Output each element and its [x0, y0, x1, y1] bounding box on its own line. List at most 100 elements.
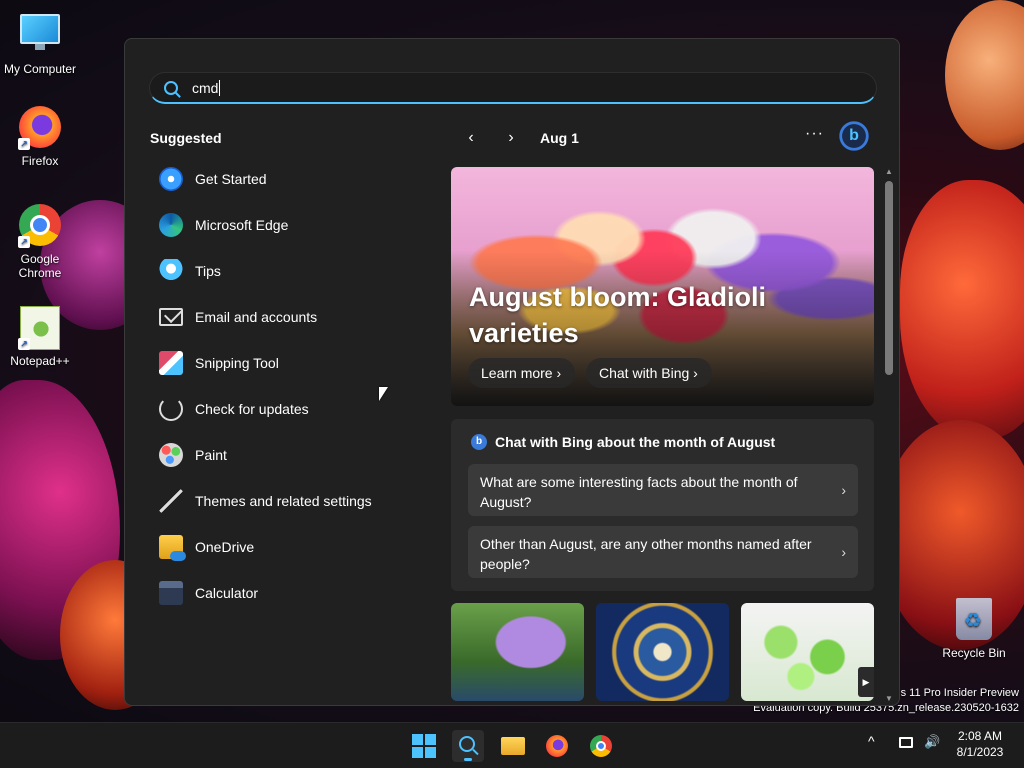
get-started-icon — [159, 167, 183, 191]
shortcut-arrow-icon: ↗ — [18, 138, 30, 150]
scroll-up-icon[interactable]: ▲ — [883, 167, 895, 176]
search-icon — [164, 80, 178, 95]
wallpaper-shape — [945, 0, 1024, 150]
suggested-item-paint[interactable]: Paint — [149, 432, 429, 478]
hero-title: August bloom: Gladioli varieties — [469, 282, 766, 348]
highlights-date: Aug 1 — [540, 130, 579, 146]
highlight-thumbnail-flowers[interactable] — [451, 603, 584, 701]
suggested-item-label: Email and accounts — [195, 309, 318, 325]
bing-question-text: Other than August, are any other months … — [480, 536, 812, 572]
tips-icon — [159, 259, 183, 283]
mouse-pointer-icon — [379, 387, 388, 401]
mail-icon — [159, 308, 183, 326]
active-indicator — [464, 758, 472, 761]
next-button[interactable]: › — [500, 127, 522, 149]
taskbar-clock[interactable]: 2:08 AM 8/1/2023 — [950, 728, 1010, 760]
desktop-icon-label: Google Chrome — [18, 252, 62, 280]
suggested-item-label: Snipping Tool — [195, 355, 279, 371]
chevron-right-icon: › — [693, 365, 698, 381]
suggested-item-microsoft-edge[interactable]: Microsoft Edge — [149, 202, 429, 248]
shortcut-arrow-icon: ↗ — [18, 338, 30, 350]
search-input[interactable]: cmd — [192, 80, 218, 96]
bing-chat-card-title: b Chat with Bing about the month of Augu… — [471, 434, 775, 450]
computer-icon — [18, 14, 62, 58]
search-icon — [459, 736, 475, 752]
desktop-icon-recycle-bin[interactable]: ♻ Recycle Bin — [934, 598, 1014, 660]
shortcut-arrow-icon: ↗ — [18, 236, 30, 248]
suggested-item-calculator[interactable]: Calculator — [149, 570, 429, 616]
suggested-item-label: Check for updates — [195, 401, 309, 417]
desktop-icon-label: Firefox — [21, 154, 59, 168]
start-button[interactable] — [408, 730, 440, 762]
suggested-list: Get Started Microsoft Edge Tips Email an… — [149, 156, 429, 616]
chevron-right-icon: › — [841, 482, 846, 498]
firefox-icon — [546, 735, 568, 757]
suggested-item-label: Microsoft Edge — [195, 217, 289, 233]
bing-chat-card-title-text: Chat with Bing about the month of August — [495, 434, 776, 450]
desktop-icon-my-computer[interactable]: My Computer — [0, 8, 80, 76]
thumbnails-next-button[interactable]: ▶ — [858, 667, 874, 697]
search-panel: cmd Suggested Get Started Microsoft Edge… — [124, 38, 900, 706]
suggested-item-themes[interactable]: Themes and related settings — [149, 478, 429, 524]
suggested-item-label: Themes and related settings — [195, 493, 372, 509]
brush-icon — [159, 489, 183, 513]
bing-question-text: What are some interesting facts about th… — [480, 474, 798, 510]
taskbar-firefox[interactable] — [541, 730, 573, 762]
scroll-down-icon[interactable]: ▼ — [883, 694, 895, 703]
chevron-right-icon: › — [556, 365, 562, 381]
suggested-item-label: OneDrive — [195, 539, 255, 555]
chrome-icon — [590, 735, 612, 757]
highlights-nav: ‹ › Aug 1 — [460, 127, 579, 149]
desktop-icon-label: Recycle Bin — [942, 646, 1006, 660]
desktop-icon-label: Notepad++ — [10, 354, 70, 368]
taskbar-chrome[interactable] — [585, 730, 617, 762]
network-icon[interactable] — [899, 737, 913, 748]
show-hidden-icons-button[interactable]: ^ — [868, 733, 875, 749]
suggested-item-get-started[interactable]: Get Started — [149, 156, 429, 202]
bing-chat-card: b Chat with Bing about the month of Augu… — [451, 419, 874, 591]
search-box[interactable]: cmd — [149, 72, 877, 104]
suggested-item-onedrive[interactable]: OneDrive — [149, 524, 429, 570]
highlight-thumbnail-zodiac[interactable] — [596, 603, 729, 701]
desktop-icon-google-chrome[interactable]: ↗ Google Chrome — [0, 204, 80, 280]
bing-button[interactable]: b — [839, 121, 869, 151]
suggested-item-label: Paint — [195, 447, 227, 463]
learn-more-button[interactable]: Learn more › — [468, 358, 576, 388]
wallpaper-shape — [900, 180, 1024, 440]
scrollbar-thumb[interactable] — [885, 181, 893, 375]
desktop-icon-notepad-plus-plus[interactable]: ↗ Notepad++ — [0, 306, 80, 368]
taskbar-search-button[interactable] — [452, 730, 484, 762]
suggested-item-email-and-accounts[interactable]: Email and accounts — [149, 294, 429, 340]
recycle-bin-icon: ♻ — [952, 598, 996, 642]
calculator-icon — [159, 581, 183, 605]
suggested-heading: Suggested — [150, 130, 222, 146]
hero-card-gladioli[interactable]: August bloom: Gladioli varieties Learn m… — [451, 167, 874, 406]
volume-icon[interactable]: 🔊 — [924, 734, 940, 750]
chrome-icon: ↗ — [18, 204, 62, 248]
highlight-thumbnail-peridot[interactable] — [741, 603, 874, 701]
more-options-button[interactable]: ··· — [805, 125, 824, 143]
desktop-icon-firefox[interactable]: ↗ Firefox — [0, 106, 80, 168]
refresh-icon — [159, 397, 183, 421]
suggested-item-snipping-tool[interactable]: Snipping Tool — [149, 340, 429, 386]
clock-time: 2:08 AM — [957, 729, 1003, 743]
suggested-item-label: Calculator — [195, 585, 259, 601]
taskbar-file-explorer[interactable] — [497, 730, 529, 762]
notepad-plus-plus-icon: ↗ — [18, 306, 62, 350]
folder-icon — [501, 737, 525, 755]
suggested-item-tips[interactable]: Tips — [149, 248, 429, 294]
desktop-icon-label: My Computer — [3, 62, 77, 76]
chat-with-bing-button[interactable]: Chat with Bing › — [586, 358, 712, 388]
clock-date: 8/1/2023 — [956, 745, 1004, 759]
previous-button[interactable]: ‹ — [460, 127, 482, 149]
text-caret — [219, 79, 221, 96]
suggested-item-label: Tips — [195, 263, 221, 279]
learn-more-label: Learn more — [481, 365, 553, 381]
bing-icon: b — [471, 434, 487, 450]
edge-icon — [159, 213, 183, 237]
snipping-tool-icon — [159, 351, 183, 375]
highlights-scrollbar[interactable]: ▲ ▼ — [883, 167, 895, 703]
bing-question-button[interactable]: What are some interesting facts about th… — [468, 464, 858, 516]
firefox-icon: ↗ — [18, 106, 62, 150]
bing-question-button[interactable]: Other than August, are any other months … — [468, 526, 858, 578]
